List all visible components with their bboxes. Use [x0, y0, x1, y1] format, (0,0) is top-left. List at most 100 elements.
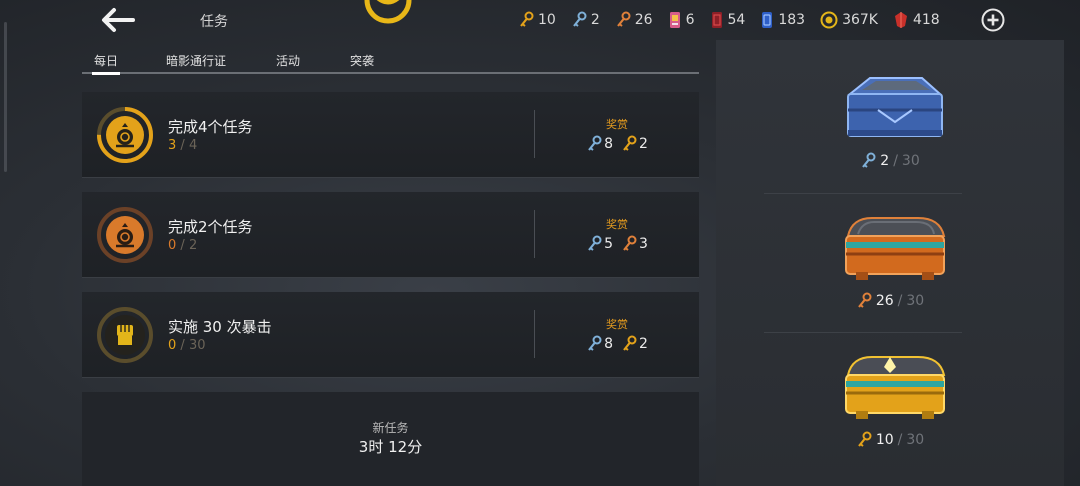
- progress-total: 4: [188, 138, 198, 153]
- reward-label: 奖赏: [606, 118, 628, 131]
- mission-card[interactable]: 完成2个任务 0 / 2 奖赏 5 3: [82, 192, 699, 278]
- chest-blue[interactable]: 2 / 30: [716, 40, 1064, 178]
- reward-item: 5: [586, 235, 613, 253]
- page-title: 任务: [200, 14, 228, 30]
- pink-ticket-icon: [669, 12, 680, 28]
- red-card-icon: [711, 12, 722, 28]
- reward-item: 8: [586, 335, 613, 353]
- blue-card-icon: [762, 12, 773, 28]
- progress-total: 30: [188, 338, 206, 353]
- chest-panel: 2 / 30 26 / 30 10 / 30: [716, 40, 1064, 486]
- bronze-key-icon: [623, 235, 637, 251]
- gold-key-icon: [857, 431, 872, 447]
- chest-key-count: 26 / 30: [716, 292, 1064, 310]
- reward-value: 3: [639, 236, 648, 252]
- new-task-label: 新任务: [372, 421, 409, 435]
- fist-icon: [97, 307, 153, 363]
- bronze-key-icon: [857, 292, 872, 308]
- gold-key-icon: [520, 11, 534, 27]
- chest-separator: /: [893, 153, 898, 169]
- reward-item: 2: [621, 135, 648, 153]
- mission-progress: 0 / 30: [168, 338, 206, 353]
- new-task-panel: 新任务 3时 12分: [82, 392, 699, 486]
- progress-separator: /: [180, 138, 185, 153]
- back-button[interactable]: [100, 7, 136, 33]
- resource-value: 54: [727, 12, 746, 28]
- progress-current: 0: [168, 238, 177, 253]
- chest-separator: /: [897, 432, 903, 448]
- tab-bar: 每日 暗影通行证 活动 突袭: [82, 44, 699, 75]
- reward-value: 8: [604, 136, 613, 152]
- gold-key-icon: [623, 335, 637, 351]
- reward-value: 2: [639, 336, 648, 352]
- resource-value: 6: [685, 12, 695, 28]
- mission-progress: 0 / 2: [168, 238, 197, 253]
- resource-red-gem: 418: [893, 11, 940, 29]
- mission-title: 完成2个任务: [168, 218, 253, 236]
- gold-coin-icon: [820, 11, 838, 29]
- chest-total: 30: [906, 432, 925, 448]
- resource-value: 26: [634, 12, 653, 28]
- resource-value: 2: [590, 12, 600, 28]
- resource-pink-ticket: 6: [668, 11, 695, 29]
- tab-events[interactable]: 活动: [276, 52, 300, 69]
- money-bag-icon: [97, 207, 153, 263]
- resource-value: 10: [538, 12, 556, 28]
- mission-card[interactable]: 完成4个任务 3 / 4 奖赏 8 2: [82, 92, 699, 178]
- reward-item: 2: [621, 335, 648, 353]
- blue-key-icon: [572, 11, 587, 27]
- chest-current: 10: [875, 432, 894, 448]
- mission-title: 完成4个任务: [168, 118, 253, 136]
- progress-separator: /: [180, 338, 185, 353]
- reward-value: 2: [639, 136, 648, 152]
- reward-label: 奖赏: [606, 318, 628, 331]
- divider: [534, 110, 535, 158]
- reward-value: 8: [604, 336, 613, 352]
- progress-current: 3: [168, 138, 177, 153]
- chest-current: 26: [875, 293, 894, 309]
- divider: [534, 210, 535, 258]
- resource-blue-card: 183: [760, 11, 805, 29]
- gold-key-icon: [623, 135, 637, 151]
- reward-value: 5: [604, 236, 613, 252]
- mission-reward: 奖赏 5 3: [577, 216, 657, 253]
- resource-gold-key: 10: [518, 11, 556, 29]
- reward-item: 3: [621, 235, 648, 253]
- game-emblem-icon: [364, 0, 412, 24]
- mission-progress: 3 / 4: [168, 138, 197, 153]
- blue-key-icon: [588, 335, 602, 351]
- chest-total: 30: [906, 293, 925, 309]
- chest-gold[interactable]: 10 / 30: [716, 319, 1064, 457]
- top-bar: 任务 10 2 26 6 54 183 367K 418: [0, 0, 1080, 42]
- scroll-edge: [4, 22, 7, 172]
- add-resource-button[interactable]: [981, 8, 1005, 32]
- back-arrow-icon: [102, 8, 135, 32]
- resource-value: 183: [778, 12, 806, 28]
- mission-reward: 奖赏 8 2: [577, 316, 657, 353]
- new-task-timer: 3时 12分: [358, 438, 423, 456]
- resource-value: 367K: [842, 12, 878, 28]
- tab-shadow-pass[interactable]: 暗影通行证: [166, 52, 226, 69]
- bronze-chest-icon: [845, 217, 946, 280]
- progress-current: 0: [168, 338, 177, 353]
- divider: [534, 310, 535, 358]
- mission-card[interactable]: 实施 30 次暴击 0 / 30 奖赏 8 2: [82, 292, 699, 378]
- tab-daily[interactable]: 每日: [91, 52, 121, 75]
- resource-value: 418: [912, 12, 940, 28]
- resource-gold-coin: 367K: [820, 11, 878, 29]
- blue-key-icon: [588, 235, 602, 251]
- blue-chest-icon: [847, 77, 943, 137]
- blue-key-icon: [862, 152, 876, 168]
- gold-chest-icon: [845, 356, 946, 419]
- plus-icon: [981, 8, 1005, 32]
- mission-title: 实施 30 次暴击: [168, 318, 272, 336]
- chest-bronze[interactable]: 26 / 30: [716, 180, 1064, 318]
- reward-label: 奖赏: [606, 218, 628, 231]
- tab-raid[interactable]: 突袭: [350, 52, 374, 69]
- resource-blue-key: 2: [571, 11, 600, 29]
- chest-key-count: 2 / 30: [716, 152, 1064, 170]
- reward-item: 8: [586, 135, 613, 153]
- resource-bronze-key: 26: [615, 11, 653, 29]
- chest-key-count: 10 / 30: [716, 431, 1064, 449]
- red-gem-icon: [894, 12, 907, 28]
